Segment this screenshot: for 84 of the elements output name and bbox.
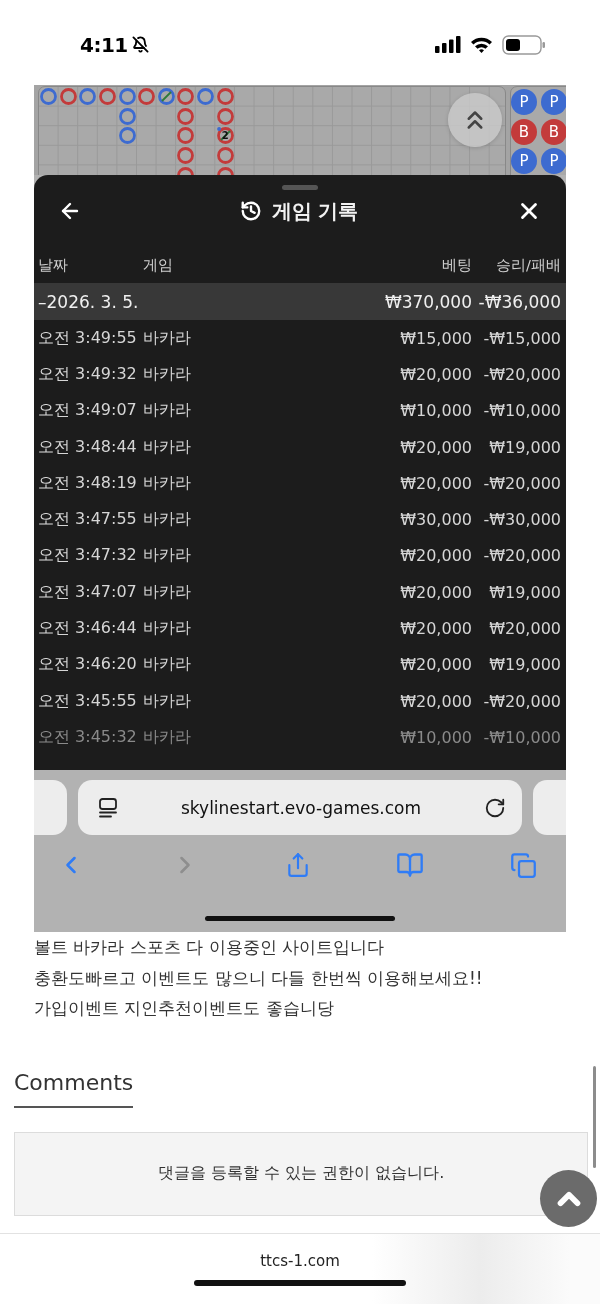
result-cell-text: ₩19,000 [488, 437, 561, 457]
game-cell-text: 바카라 [143, 545, 192, 567]
result-cell-text: -₩30,000 [482, 510, 561, 530]
bet-cell-text: ₩20,000 [399, 655, 472, 675]
time-cell-text: 오전 3:45:32 [38, 726, 138, 748]
result-badge: P [511, 148, 537, 174]
sheet-title: 게임 기록 [271, 197, 359, 225]
result-cell-text: -₩20,000 [482, 691, 561, 711]
bet-cell-text: ₩20,000 [399, 437, 472, 457]
time-cell-text: 오전 3:49:07 [38, 400, 138, 422]
game-cell-text: 바카라 [143, 581, 192, 603]
post-text: 가입이벤트 지인추천이벤트도 좋습니당 [34, 997, 335, 1020]
time-cell-text: 오전 3:47:07 [38, 581, 138, 603]
time-cell-text: 오전 3:48:44 [38, 436, 138, 458]
bet-cell-text: ₩20,000 [399, 473, 472, 493]
post-text: 충환도빠르고 이벤트도 많으니 다들 한번씩 이용해보세요!! [34, 966, 484, 990]
time-cell-text: 오전 3:49:32 [38, 363, 138, 385]
adjacent-tab-bar[interactable] [34, 780, 67, 835]
game-cell-text: 바카라 [143, 654, 192, 676]
time-cell-text: 오전 3:47:55 [38, 509, 138, 531]
address-bar[interactable]: skylinestart.evo-games.com [78, 780, 522, 835]
drag-handle[interactable] [282, 185, 318, 190]
time-cell-text: 오전 3:45:55 [38, 690, 138, 712]
game-cell-text: 바카라 [143, 690, 192, 712]
bet-cell-text: ₩30,000 [399, 510, 472, 530]
result-badge: P [541, 148, 566, 174]
time-cell-text: 오전 3:47:32 [38, 545, 138, 567]
game-cell-text: 바카라 [143, 726, 192, 748]
result-cell-text: -₩20,000 [482, 364, 561, 384]
game-cell-text: 바카라 [143, 436, 192, 458]
bet-cell-text: ₩20,000 [399, 364, 472, 384]
book-icon[interactable] [396, 851, 425, 879]
bet-cell-text: ₩20,000 [399, 691, 472, 711]
game-cell-text: 바카라 [143, 363, 192, 385]
url-text: skylinestart.evo-games.com [180, 797, 422, 818]
battery-icon [502, 34, 546, 55]
clock-time: 4:11 [80, 32, 128, 57]
result-cell-text: -₩10,000 [482, 727, 561, 747]
domain-text[interactable]: ttcs-1.com [260, 1249, 340, 1272]
date-group-row[interactable]: –2026. 3. 5. ₩370,000 -₩36,000 [34, 283, 566, 320]
game-cell-text: 바카라 [143, 327, 192, 349]
result-cell-text: -₩20,000 [482, 546, 561, 566]
bet-cell-text: ₩20,000 [399, 546, 472, 566]
bet-cell-text: ₩20,000 [399, 619, 472, 638]
signal-icon [435, 36, 461, 53]
bet-cell-text: ₩10,000 [399, 727, 472, 747]
overlapping-squares-icon[interactable] [510, 851, 537, 879]
column-header: 베팅 [441, 255, 472, 275]
bet-cell-text: ₩20,000 [399, 582, 472, 602]
history-icon [239, 200, 262, 222]
time-cell-text: 오전 3:46:44 [38, 618, 138, 639]
time-cell-text: 오전 3:48:19 [38, 472, 138, 494]
game-cell-text: 바카라 [143, 400, 192, 422]
bet-total: ₩370,000 [383, 291, 472, 312]
comment-notice: 댓글을 등록할 수 있는 권한이 없습니다. [157, 1163, 445, 1184]
result-total: -₩36,000 [477, 291, 561, 312]
time-cell-text: 오전 3:49:55 [38, 327, 138, 349]
result-badge: P [541, 89, 566, 115]
bet-cell-text: ₩10,000 [399, 401, 472, 421]
result-cell-text: -₩20,000 [482, 473, 561, 493]
bet-cell-text: ₩15,000 [399, 328, 472, 348]
text-lines-icon[interactable] [98, 797, 118, 818]
comments-heading: Comments [14, 1067, 134, 1108]
time-cell-text: 오전 3:46:20 [38, 654, 138, 676]
game-cell-text: 바카라 [143, 618, 192, 639]
wifi-icon [470, 36, 493, 53]
scroll-top-button[interactable] [540, 1170, 597, 1227]
result-badge: B [511, 118, 537, 145]
result-cell-text: ₩19,000 [488, 582, 561, 602]
result-cell-text: ₩20,000 [488, 619, 561, 638]
column-header: 게임 [143, 255, 174, 275]
result-badge: B [541, 118, 566, 145]
result-cell-text: -₩10,000 [482, 401, 561, 421]
reload-icon[interactable] [484, 796, 506, 819]
column-header: 승리/패배 [495, 255, 561, 275]
column-header: 날짜 [38, 255, 69, 275]
adjacent-tab-bar[interactable] [533, 780, 566, 835]
game-cell-text: 바카라 [143, 509, 192, 531]
result-cell-text: ₩19,000 [488, 655, 561, 675]
group-date: –2026. 3. 5. [38, 291, 140, 312]
result-cell-text: -₩15,000 [482, 328, 561, 348]
post-text: 볼트 바카라 스포츠 다 이용중인 사이트입니다 [34, 936, 386, 959]
result-badge: P [511, 89, 537, 115]
game-cell-text: 바카라 [143, 472, 192, 494]
